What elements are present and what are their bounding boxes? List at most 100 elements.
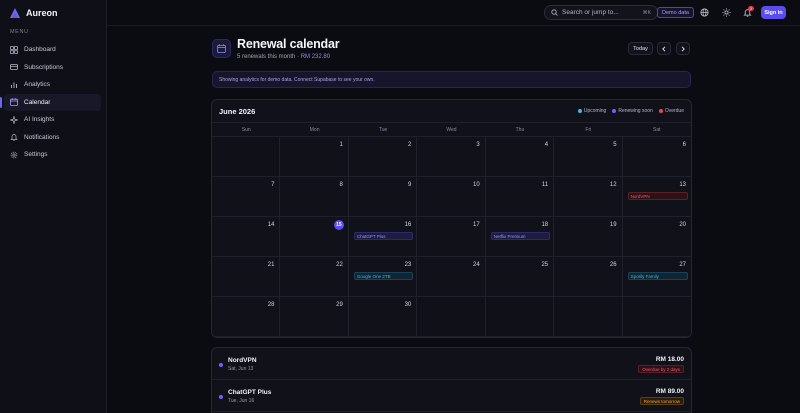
sidebar-item-dashboard[interactable]: Dashboard (4, 41, 101, 59)
day-cell[interactable]: 3 (417, 137, 486, 177)
sidebar-item-calendar[interactable]: Calendar (0, 93, 101, 111)
day-cell[interactable]: 6 (622, 137, 691, 177)
empty-day-cell (485, 297, 555, 337)
day-cell[interactable]: 8 (280, 177, 349, 217)
day-number: 24 (473, 262, 480, 268)
renewal-total-amount: RM 232.80 (300, 54, 331, 60)
sign-in-button[interactable]: Sign in (761, 6, 786, 19)
renewal-amount: RM 89.00 (655, 388, 684, 395)
day-number: 18 (541, 222, 549, 228)
sidebar-item-label: Dashboard (24, 46, 56, 54)
sidebar-item-ai-insights[interactable]: AI Insights (4, 111, 101, 129)
sidebar-item-notifications[interactable]: Notifications (4, 129, 101, 147)
calendar-event[interactable]: Google One 2TB (353, 272, 414, 280)
day-cell[interactable]: 18 Netflix Premium (485, 217, 555, 257)
day-number: 11 (541, 182, 549, 188)
day-cell[interactable]: 27 Spotify Family (622, 257, 691, 297)
renewal-list-item[interactable]: ChatGPT Plus Tue, Jun 16 RM 89.00 Renews to… (212, 380, 691, 412)
month-label: June 2026 (219, 106, 256, 116)
weekday-label: Mon (309, 126, 320, 133)
day-cell[interactable]: 1 (280, 137, 349, 177)
day-cell[interactable]: 30 (348, 297, 418, 337)
day-cell[interactable]: 29 (280, 297, 349, 337)
sidebar-item-settings[interactable]: Settings (4, 146, 101, 164)
previous-month-button[interactable] (657, 42, 671, 55)
day-cell[interactable]: 10 (417, 177, 486, 217)
status-dot-icon (219, 395, 223, 399)
renewal-list-item[interactable]: NordVPN Sat, Jun 13 RM 18.00 Overdue by 2 d… (212, 348, 691, 380)
day-cell[interactable]: 19 (554, 217, 623, 257)
search-placeholder: Search or jump to... (562, 9, 619, 16)
today-button[interactable]: Today (628, 42, 653, 55)
day-number: 28 (267, 302, 275, 308)
day-number: 14 (267, 222, 275, 228)
sun-icon[interactable] (722, 8, 731, 17)
brand[interactable]: Aureon (9, 6, 58, 20)
sidebar-item-analytics[interactable]: Analytics (4, 76, 101, 94)
chevron-right-icon (681, 45, 685, 52)
sidebar-item-label: Subscriptions (24, 63, 64, 71)
next-month-button[interactable] (676, 42, 690, 55)
weekday-label: Sat (653, 126, 661, 133)
day-cell[interactable]: 17 (417, 217, 486, 257)
demo-data-badge[interactable]: Demo data (657, 7, 694, 18)
day-cell[interactable]: 20 (622, 217, 691, 257)
day-cell[interactable]: 24 (417, 257, 486, 297)
topbar: Search or jump to... ⌘K Demo data 3 Sign… (107, 0, 800, 26)
legend-renewing-soon: Renewing soon (612, 108, 653, 114)
day-number: 5 (613, 142, 617, 148)
calendar-grid: 1 2 3 4 5 6 7 8 9 10 11 12 13 NordVPN 14 15 16 ChatGPT Pl… (212, 137, 691, 337)
day-number: 23 (404, 262, 412, 268)
aureon-logo-icon (10, 8, 20, 18)
renewal-date: Sat, Jun 13 (228, 366, 254, 372)
calendar-legend: Upcoming Renewing soon Overdue (577, 108, 684, 114)
day-cell[interactable]: 5 (554, 137, 623, 177)
day-cell[interactable]: 23 Google One 2TB (348, 257, 418, 297)
sparkle-icon (10, 115, 18, 124)
chevron-left-icon (662, 45, 666, 52)
day-cell[interactable]: 25 (485, 257, 555, 297)
weekday-header-row: Sun Mon Tue Wed Thu Fri Sat (212, 123, 691, 137)
globe-icon[interactable] (700, 8, 709, 17)
day-cell[interactable]: 26 (554, 257, 623, 297)
page-title: Renewal calendar (237, 37, 340, 51)
day-number: 27 (679, 262, 686, 268)
day-number: 12 (609, 182, 617, 188)
calendar-event[interactable]: NordVPN (627, 192, 688, 200)
renewal-name: NordVPN (228, 357, 257, 364)
search-icon (551, 9, 558, 16)
day-cell[interactable]: 22 (280, 257, 349, 297)
legend-upcoming: Upcoming (577, 108, 606, 114)
sidebar: Aureon MENU Dashboard Subscriptions Anal… (0, 0, 107, 413)
weekday-label: Wed (446, 126, 457, 133)
day-cell[interactable]: 2 (348, 137, 418, 177)
legend-dot-icon (612, 109, 617, 113)
sidebar-item-label: Analytics (24, 81, 51, 89)
day-cell[interactable]: 11 (485, 177, 555, 217)
search-input[interactable]: Search or jump to... ⌘K (544, 5, 658, 20)
day-cell[interactable]: 14 (212, 217, 281, 257)
day-cell[interactable]: 9 (348, 177, 418, 217)
day-cell[interactable]: 4 (485, 137, 555, 177)
weekday-label: Fri (585, 126, 592, 133)
sidebar-item-label: Notifications (24, 133, 60, 141)
weekday-label: Sun (241, 126, 251, 133)
day-number: 10 (473, 182, 480, 188)
day-cell[interactable]: 28 (212, 297, 281, 337)
sidebar-item-subscriptions[interactable]: Subscriptions (4, 59, 101, 77)
calendar-event[interactable]: ChatGPT Plus (353, 232, 414, 240)
day-number: 8 (339, 182, 343, 188)
day-cell[interactable]: 21 (212, 257, 281, 297)
day-number: 9 (407, 182, 412, 188)
day-cell[interactable]: 7 (212, 177, 281, 217)
calendar-event[interactable]: Netflix Premium (490, 232, 551, 240)
analytics-icon (11, 82, 17, 88)
day-cell[interactable]: 13 NordVPN (622, 177, 691, 217)
day-number: 26 (609, 262, 617, 268)
day-cell[interactable]: 16 ChatGPT Plus (348, 217, 418, 257)
day-cell[interactable]: 12 (554, 177, 623, 217)
day-number: 29 (336, 302, 343, 308)
empty-day-cell (622, 297, 691, 337)
day-cell[interactable]: 15 (280, 217, 349, 257)
calendar-event[interactable]: Spotify Family (627, 272, 688, 280)
